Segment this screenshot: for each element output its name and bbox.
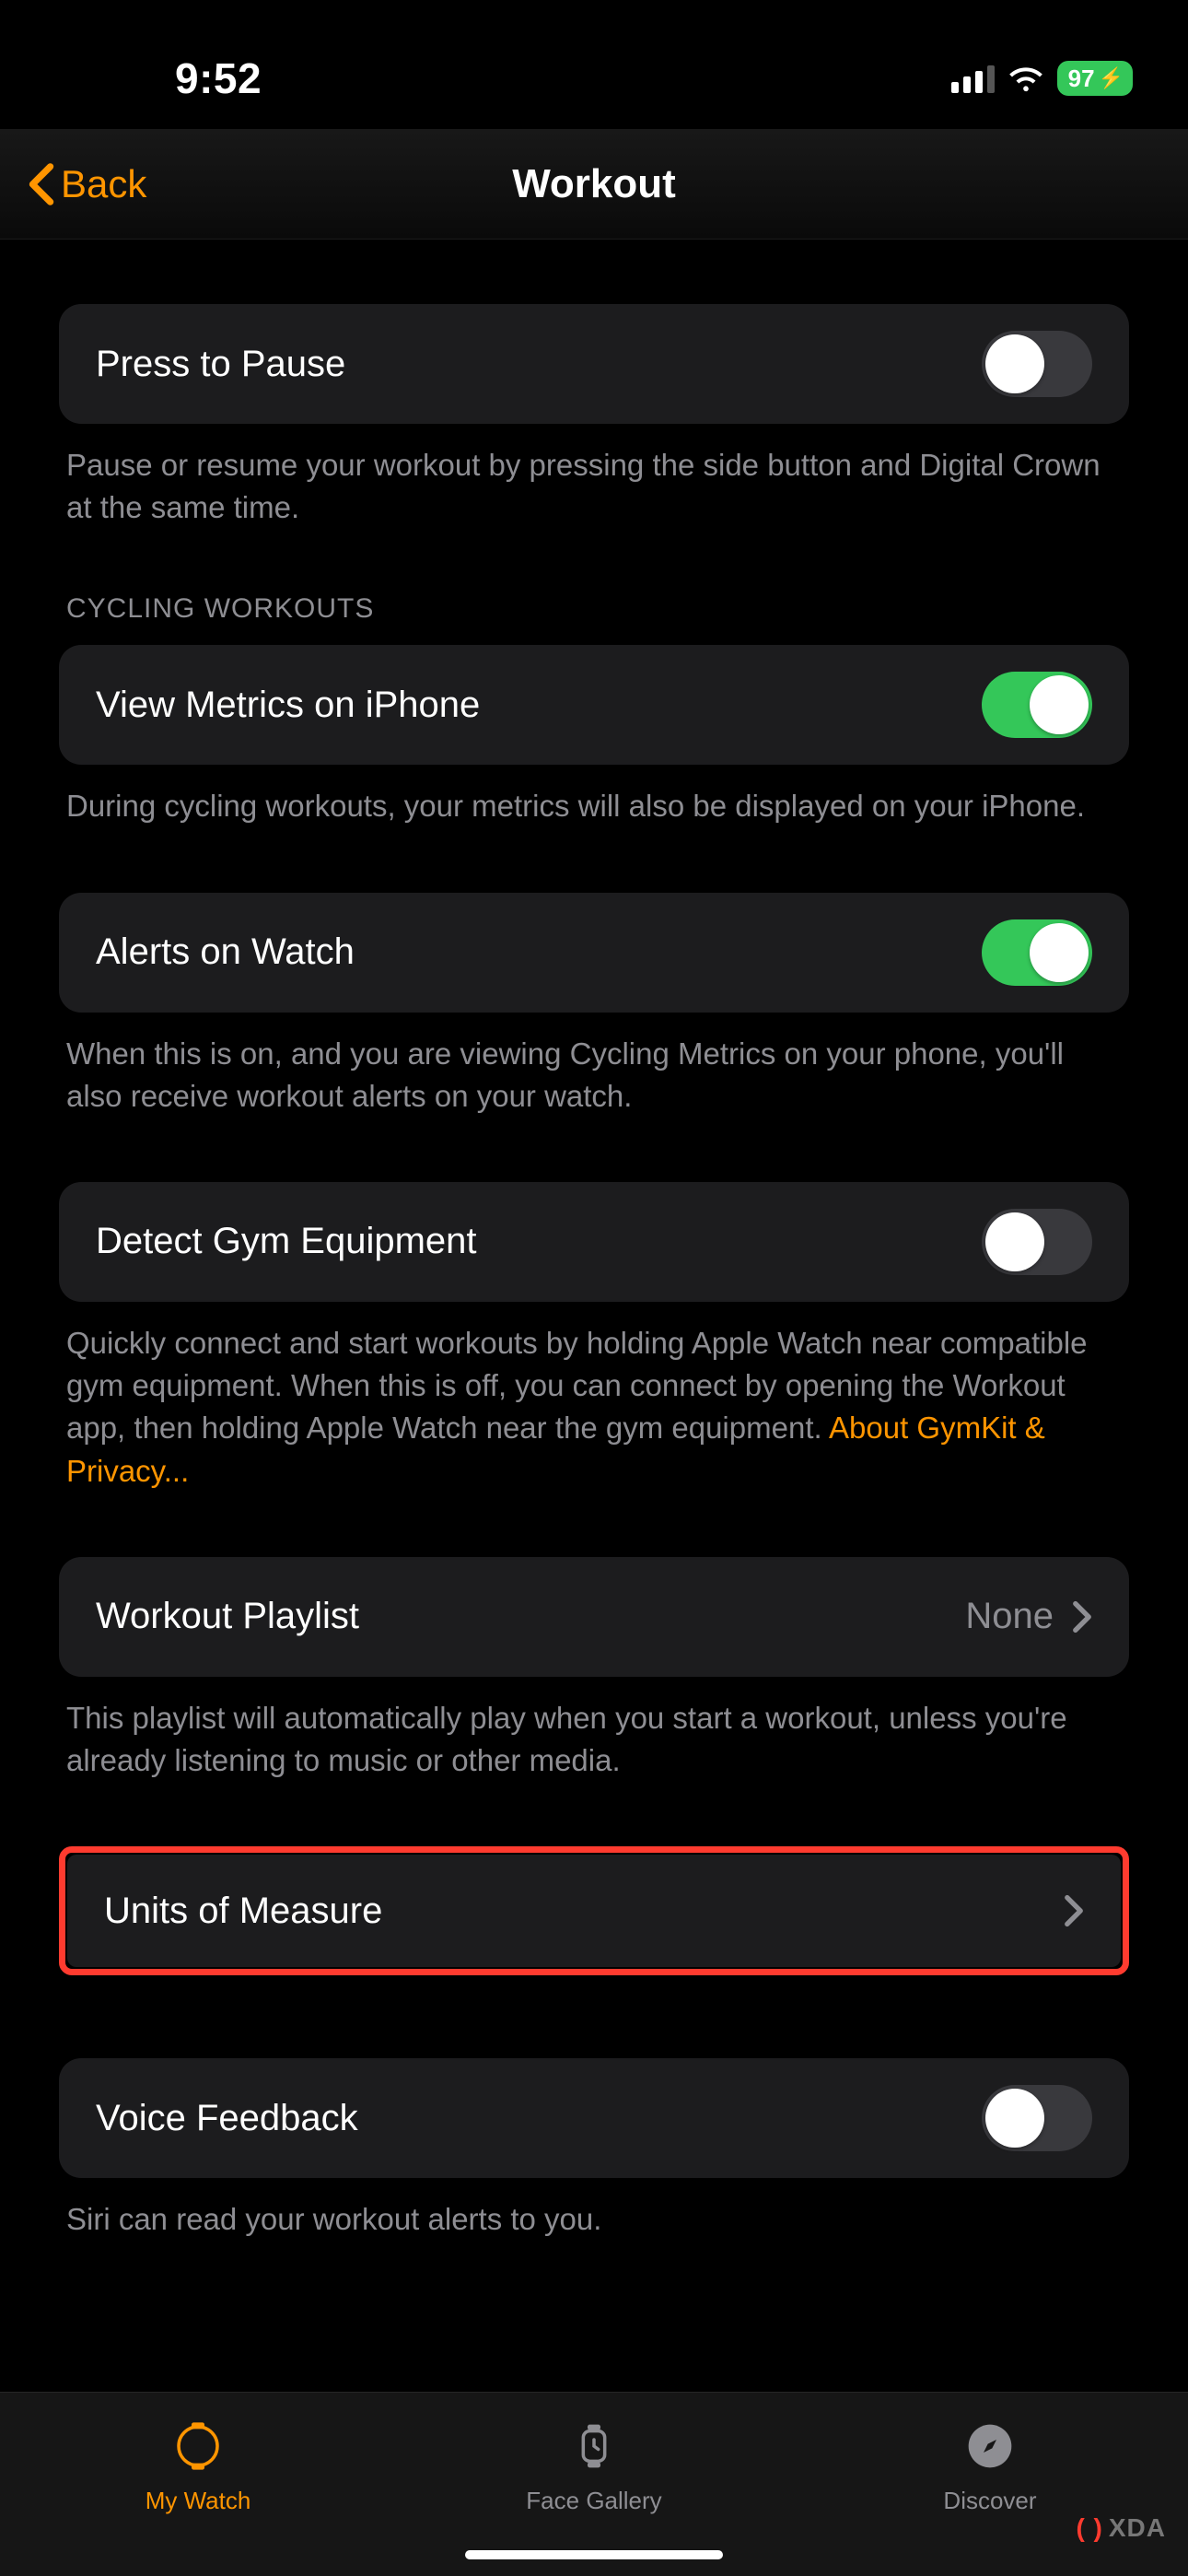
row-label: Detect Gym Equipment [96,1221,477,1262]
toggle-press-to-pause[interactable] [982,331,1092,397]
row-label: View Metrics on iPhone [96,685,480,726]
tab-discover[interactable]: Discover [792,2418,1188,2515]
toggle-voice-feedback[interactable] [982,2085,1092,2151]
group-alerts: Alerts on Watch When this is on, and you… [59,893,1129,1118]
row-footer: Quickly connect and start workouts by ho… [66,1322,1122,1493]
tab-bar: My Watch Face Gallery Discover [0,2392,1188,2576]
row-label: Voice Feedback [96,2098,358,2139]
watermark-xda: ( )XDA [1076,2513,1166,2543]
row-units-of-measure[interactable]: Units of Measure [67,1855,1121,1967]
back-label: Back [61,162,146,206]
content[interactable]: Press to Pause Pause or resume your work… [0,240,1188,2392]
row-label: Workout Playlist [96,1596,359,1637]
cellular-signal-icon [951,64,995,93]
row-press-to-pause[interactable]: Press to Pause [59,304,1129,424]
row-footer: Siri can read your workout alerts to you… [66,2198,1122,2241]
row-footer: During cycling workouts, your metrics wi… [66,785,1122,827]
screen: 9:52 97 ⚡ Back Workout [0,0,1188,2576]
watermark-text: XDA [1109,2513,1166,2543]
status-bar: 9:52 97 ⚡ [0,28,1188,129]
group-detect-gym: Detect Gym Equipment Quickly connect and… [59,1182,1129,1493]
toggle-detect-gym-equipment[interactable] [982,1209,1092,1275]
status-right: 97 ⚡ [951,60,1133,97]
group-workout-playlist: Workout Playlist None This playlist will… [59,1557,1129,1782]
group-voice-feedback: Voice Feedback Siri can read your workou… [59,2058,1129,2241]
row-value: None [965,1596,1054,1637]
toggle-alerts-on-watch[interactable] [982,919,1092,986]
row-alerts-on-watch[interactable]: Alerts on Watch [59,893,1129,1013]
compass-icon [962,2418,1018,2474]
row-footer: This playlist will automatically play wh… [66,1697,1122,1782]
nav-title: Workout [0,161,1188,207]
row-voice-feedback[interactable]: Voice Feedback [59,2058,1129,2178]
nav-bar: Back Workout [0,129,1188,240]
home-indicator[interactable] [465,2550,723,2559]
row-label: Press to Pause [96,344,345,385]
highlight-units-of-measure: Units of Measure [59,1846,1129,1975]
section-header-cycling: CYCLING WORKOUTS [66,593,1129,625]
group-press-to-pause: Press to Pause Pause or resume your work… [59,304,1129,529]
status-time: 9:52 [175,53,262,103]
back-button[interactable]: Back [28,162,146,206]
group-cycling: CYCLING WORKOUTS View Metrics on iPhone … [59,593,1129,827]
wifi-icon [1007,60,1044,97]
tab-label: My Watch [146,2487,251,2515]
chevron-right-icon [1064,1894,1084,1927]
row-label: Alerts on Watch [96,931,355,973]
row-footer: Pause or resume your workout by pressing… [66,444,1122,529]
tab-my-watch[interactable]: My Watch [0,2418,396,2515]
row-workout-playlist[interactable]: Workout Playlist None [59,1557,1129,1677]
battery-charging-icon: ⚡ [1099,66,1124,90]
row-label: Units of Measure [104,1891,382,1932]
tab-face-gallery[interactable]: Face Gallery [396,2418,792,2515]
tab-label: Discover [943,2487,1036,2515]
watch-face-icon [566,2418,622,2474]
battery-indicator: 97 ⚡ [1057,61,1133,96]
battery-percent: 97 [1068,64,1095,93]
tab-label: Face Gallery [526,2487,661,2515]
toggle-view-metrics[interactable] [982,672,1092,738]
row-detect-gym-equipment[interactable]: Detect Gym Equipment [59,1182,1129,1302]
row-view-metrics[interactable]: View Metrics on iPhone [59,645,1129,765]
chevron-left-icon [28,162,55,206]
row-footer: When this is on, and you are viewing Cyc… [66,1033,1122,1118]
watch-icon [170,2418,226,2474]
chevron-right-icon [1072,1600,1092,1633]
